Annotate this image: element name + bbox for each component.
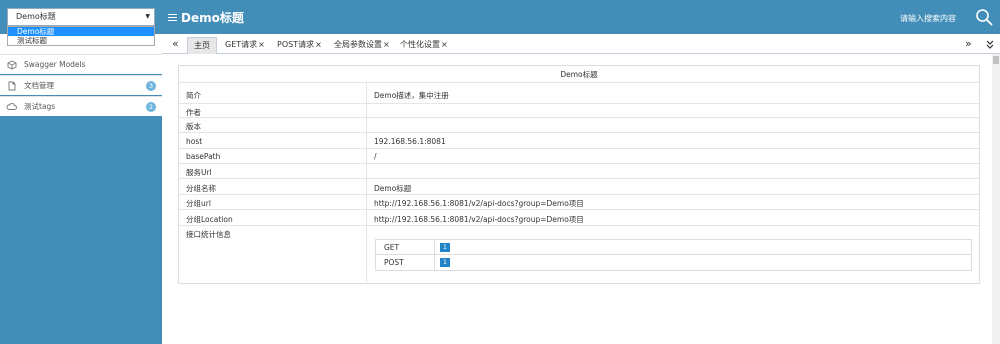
cube-icon [6,59,17,70]
doc-title: Demo标题 [179,66,979,83]
group-select-value: Demo标题 [16,12,56,21]
close-icon[interactable]: × [315,40,322,49]
scrollbar-thumb[interactable] [993,56,999,64]
tab-prev-button[interactable]: « [172,37,179,50]
row-value: 192.168.56.1:8081 [374,137,446,146]
method-label: GET [384,243,400,252]
tab-label: POST请求 [277,40,315,49]
tab-next-button[interactable]: » [965,37,972,50]
table-row: 分组Location http://192.168.56.1:8081/v2/a… [179,210,979,226]
sidebar: Swagger Models 文档管理 3 测试tags 2 [0,34,162,344]
row-key: 分组Location [186,215,233,224]
cloud-icon [6,101,17,112]
table-row: basePath / [179,149,979,164]
count-badge: 1 [440,258,450,267]
row-key: 作者 [186,108,201,117]
count-badge: 3 [146,81,156,91]
row-key: 服务Url [186,168,212,177]
sidebar-item-test-tags[interactable]: 测试tags 2 [0,96,162,116]
doc-info-table: Demo标题 简介 Demo描述，集中注册 作者 版本 host 192.168… [178,65,980,284]
group-option[interactable]: 测试标题 [8,36,154,45]
row-key: basePath [186,152,221,161]
sidebar-item-label: 文档管理 [24,81,54,90]
sidebar-item-label: 测试tags [24,102,56,111]
row-value: / [374,152,377,161]
row-key: 接口统计信息 [186,230,231,239]
count-badge: 1 [440,243,450,252]
sidebar-item-swagger-models[interactable]: Swagger Models [0,54,162,74]
group-select[interactable]: Demo标题 ▼ [7,8,155,26]
row-key: host [186,137,203,146]
search-input[interactable]: 请输入搜索内容 [900,13,956,24]
caret-down-icon: ▼ [145,13,150,20]
row-key: 分组名称 [186,184,216,193]
close-icon[interactable]: × [441,40,448,49]
tab-get-request[interactable]: GET请求× [219,37,271,54]
tab-personal-settings[interactable]: 个性化设置× [394,37,454,54]
table-row: 分组url http://192.168.56.1:8081/v2/api-do… [179,195,979,210]
table-row: GET 1 [376,240,971,255]
table-row: 分组名称 Demo标题 [179,179,979,195]
row-value: http://192.168.56.1:8081/v2/api-docs?gro… [374,199,584,208]
tab-home[interactable]: 主页 [187,37,217,54]
tab-global-params[interactable]: 全局参数设置× [328,37,396,54]
table-row: 作者 [179,104,979,118]
row-value: Demo标题 [374,184,412,193]
api-stats-table: GET 1 POST 1 [375,239,972,271]
count-badge: 2 [146,102,156,112]
menu-icon[interactable] [168,13,177,22]
chevron-double-down-icon[interactable] [986,40,994,49]
row-value: http://192.168.56.1:8081/v2/api-docs?gro… [374,215,584,224]
tab-label: 主页 [194,41,210,50]
tab-label: 个性化设置 [400,40,440,49]
table-row: 简介 Demo描述，集中注册 [179,83,979,104]
table-row: POST 1 [376,255,971,270]
table-row: 版本 [179,118,979,133]
sidebar-item-doc-manage[interactable]: 文档管理 3 [0,75,162,95]
group-dropdown: Demo标题 测试标题 [7,26,155,46]
close-icon[interactable]: × [383,40,390,49]
row-value: Demo描述，集中注册 [374,91,449,100]
row-key: 简介 [186,91,201,100]
group-option[interactable]: Demo标题 [8,27,154,36]
search-icon[interactable] [975,8,993,26]
close-icon[interactable]: × [258,40,265,49]
tab-label: 全局参数设置 [334,40,382,49]
table-row: 服务Url [179,164,979,179]
tab-post-request[interactable]: POST请求× [271,37,328,54]
tab-label: GET请求 [225,40,258,49]
brand[interactable]: Demo标题 [168,9,244,26]
method-label: POST [384,258,404,267]
row-key: 分组url [186,199,211,208]
row-key: 版本 [186,122,201,131]
tab-bar: « 主页 GET请求× POST请求× 全局参数设置× 个性化设置× » [162,34,1000,54]
brand-title: Demo标题 [181,11,244,25]
table-row: host 192.168.56.1:8081 [179,133,979,149]
sidebar-item-label: Swagger Models [24,60,86,69]
scrollbar[interactable] [992,54,1000,344]
document-icon [6,80,17,91]
